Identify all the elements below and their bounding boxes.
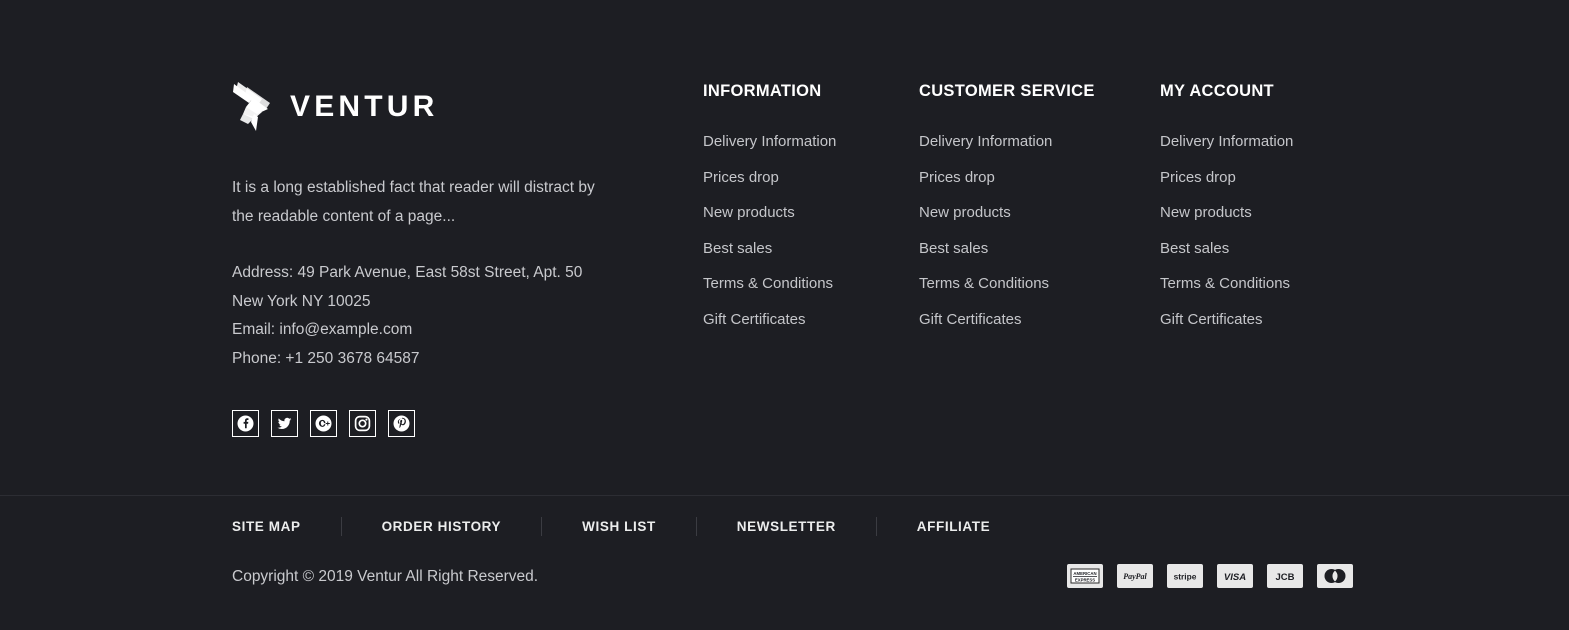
american-express-icon: AMERICAN EXPRESS	[1068, 565, 1102, 587]
eagle-logo-icon	[233, 82, 270, 131]
column-title: CUSTOMER SERVICE	[919, 82, 1095, 100]
bottom-nav-item-newsletter[interactable]: NEWSLETTER	[737, 519, 836, 534]
footer-link[interactable]: Prices drop	[703, 169, 779, 186]
payment-badge-stripe: stripe	[1167, 564, 1203, 588]
bottom-nav: SITE MAP ORDER HISTORY WISH LIST NEWSLET…	[232, 517, 990, 536]
list-item: Best sales	[703, 240, 836, 258]
payment-badge-visa: VISA	[1217, 564, 1253, 588]
footer-link[interactable]: Terms & Conditions	[1160, 275, 1290, 292]
contact-block: Address: 49 Park Avenue, East 58st Stree…	[232, 259, 662, 373]
footer-link[interactable]: Gift Certificates	[703, 311, 806, 328]
payment-badge-jcb: JCB	[1267, 564, 1303, 588]
footer-link[interactable]: New products	[1160, 204, 1252, 221]
list-item: New products	[919, 204, 1095, 222]
list-item: Prices drop	[703, 169, 836, 187]
facebook-icon	[237, 415, 254, 432]
bottom-nav-item-site-map[interactable]: SITE MAP	[232, 519, 301, 534]
list-item: Prices drop	[919, 169, 1095, 187]
list-item: Prices drop	[1160, 169, 1293, 187]
list-item: Delivery Information	[919, 133, 1095, 151]
footer-link[interactable]: Prices drop	[1160, 169, 1236, 186]
list-item: Terms & Conditions	[703, 275, 836, 293]
column-link-list: Delivery Information Prices drop New pro…	[1160, 133, 1293, 329]
payment-badge-american-express: AMERICAN EXPRESS	[1067, 564, 1103, 588]
payment-badge-paypal: PayPal	[1117, 564, 1153, 588]
footer-link[interactable]: Gift Certificates	[919, 311, 1022, 328]
footer-link[interactable]: Terms & Conditions	[703, 275, 833, 292]
social-link-instagram[interactable]	[349, 410, 376, 438]
social-link-pinterest[interactable]	[388, 410, 415, 438]
payment-methods: AMERICAN EXPRESS PayPal stripe VISA JCB	[1067, 564, 1353, 588]
site-footer: VENTUR It is a long established fact tha…	[0, 0, 1569, 630]
footer-link[interactable]: New products	[703, 204, 795, 221]
footer-upper: VENTUR It is a long established fact tha…	[0, 0, 1569, 495]
svg-text:AMERICAN: AMERICAN	[1073, 571, 1096, 576]
svg-text:PayPal: PayPal	[1123, 572, 1147, 581]
svg-text:JCB: JCB	[1275, 572, 1294, 583]
brand-name: VENTUR	[290, 90, 439, 123]
svg-text:VISA: VISA	[1224, 572, 1246, 583]
footer-column-my-account: MY ACCOUNT Delivery Information Prices d…	[1160, 82, 1293, 346]
list-item: Terms & Conditions	[1160, 275, 1293, 293]
instagram-icon	[354, 416, 371, 432]
list-item: Best sales	[919, 240, 1095, 258]
contact-email: Email: info@example.com	[232, 321, 413, 339]
nav-separator	[340, 517, 342, 536]
footer-link[interactable]: Best sales	[703, 240, 772, 257]
social-links	[232, 410, 662, 438]
list-item: Delivery Information	[703, 133, 836, 151]
column-title: INFORMATION	[703, 82, 822, 100]
brand-about-text: It is a long established fact that reade…	[232, 179, 595, 225]
list-item: Gift Certificates	[703, 311, 836, 329]
contact-address-line-2: New York NY 10025	[232, 292, 371, 310]
list-item: New products	[1160, 204, 1293, 222]
list-item: Gift Certificates	[919, 311, 1095, 329]
footer-link[interactable]: Delivery Information	[1160, 133, 1293, 150]
footer-link[interactable]: Gift Certificates	[1160, 311, 1263, 328]
column-title: MY ACCOUNT	[1160, 82, 1274, 100]
social-link-twitter[interactable]	[271, 410, 298, 438]
footer-link[interactable]: Best sales	[1160, 240, 1229, 257]
brand-column: VENTUR It is a long established fact tha…	[232, 78, 662, 438]
footer-link[interactable]: Delivery Information	[919, 133, 1052, 150]
nav-separator	[695, 517, 697, 536]
brand-logo[interactable]: VENTUR	[232, 78, 662, 136]
list-item: Gift Certificates	[1160, 311, 1293, 329]
bottom-nav-item-wish-list[interactable]: WISH LIST	[582, 519, 656, 534]
column-link-list: Delivery Information Prices drop New pro…	[703, 133, 836, 329]
paypal-icon: PayPal	[1118, 565, 1152, 587]
list-item: New products	[703, 204, 836, 222]
svg-text:stripe: stripe	[1174, 572, 1197, 582]
jcb-icon: JCB	[1268, 565, 1302, 587]
footer-column-customer-service: CUSTOMER SERVICE Delivery Information Pr…	[919, 82, 1095, 346]
contact-address-line-1: Address: 49 Park Avenue, East 58st Stree…	[232, 264, 583, 281]
svg-text:EXPRESS: EXPRESS	[1075, 577, 1095, 582]
copyright-text: Copyright © 2019 Ventur All Right Reserv…	[232, 568, 539, 585]
footer-link[interactable]: Delivery Information	[703, 133, 836, 150]
payment-badge-maestro	[1317, 564, 1353, 588]
footer-link[interactable]: Best sales	[919, 240, 988, 257]
list-item: Terms & Conditions	[919, 275, 1095, 293]
social-link-facebook[interactable]	[232, 410, 259, 438]
twitter-icon	[277, 418, 292, 430]
maestro-icon	[1318, 565, 1352, 587]
footer-link[interactable]: New products	[919, 204, 1011, 221]
list-item: Delivery Information	[1160, 133, 1293, 151]
stripe-icon: stripe	[1168, 565, 1202, 587]
visa-icon: VISA	[1218, 565, 1252, 587]
contact-phone: Phone: +1 250 3678 64587	[232, 349, 420, 367]
bottom-nav-item-order-history[interactable]: ORDER HISTORY	[382, 519, 502, 534]
google-plus-icon	[315, 415, 332, 432]
column-link-list: Delivery Information Prices drop New pro…	[919, 133, 1095, 329]
pinterest-icon	[393, 415, 410, 432]
nav-separator	[875, 517, 877, 536]
bottom-nav-item-affiliate[interactable]: AFFILIATE	[917, 519, 990, 534]
nav-separator	[541, 517, 543, 536]
footer-link[interactable]: Prices drop	[919, 169, 995, 186]
footer-column-information: INFORMATION Delivery Information Prices …	[703, 82, 836, 346]
list-item: Best sales	[1160, 240, 1293, 258]
footer-bottom: SITE MAP ORDER HISTORY WISH LIST NEWSLET…	[0, 496, 1569, 630]
footer-link[interactable]: Terms & Conditions	[919, 275, 1049, 292]
social-link-google-plus[interactable]	[310, 410, 337, 438]
